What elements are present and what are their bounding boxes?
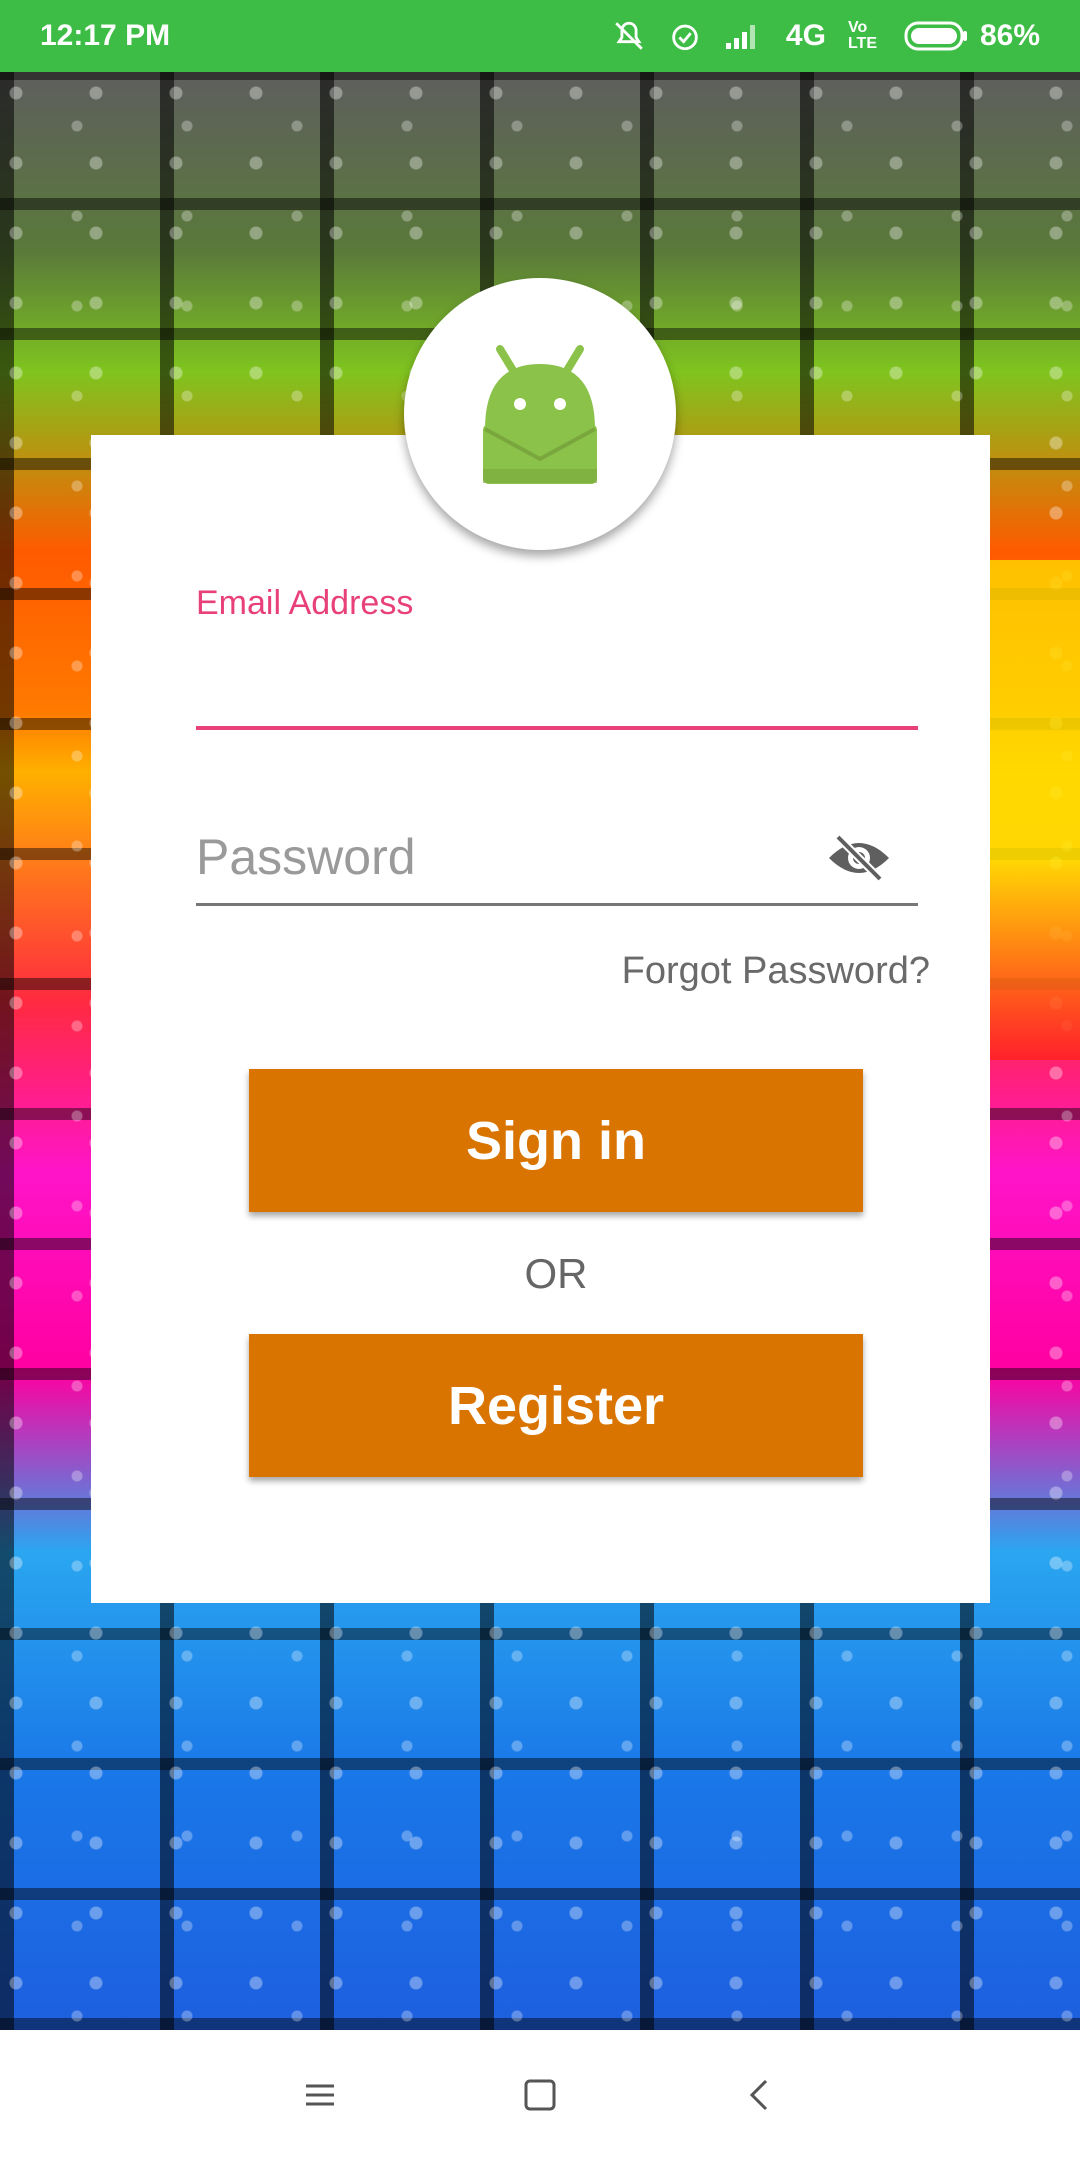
alarm-icon [668, 19, 702, 53]
bell-off-icon [612, 19, 646, 53]
email-label: Email Address [196, 584, 414, 622]
home-button[interactable] [505, 2060, 575, 2130]
visibility-toggle[interactable] [824, 830, 894, 886]
password-field[interactable] [196, 810, 918, 906]
email-field[interactable] [196, 640, 918, 730]
sign-in-button[interactable]: Sign in [249, 1069, 863, 1212]
status-time: 12:17 PM [40, 19, 171, 52]
back-button[interactable] [725, 2060, 795, 2130]
back-icon [749, 2079, 768, 2111]
4g-icon: 4G [785, 19, 826, 52]
menu-button[interactable] [285, 2060, 355, 2130]
android-icon [483, 345, 597, 484]
signal-icon [724, 21, 764, 51]
battery-percent: 86% [979, 19, 1040, 52]
status-bar: 12:17 PM 4G Vo LTE 86% [0, 0, 1080, 72]
or-divider-text: OR [524, 1250, 588, 1297]
forgot-password-link[interactable]: Forgot Password? [622, 950, 930, 993]
volte-icon: Vo LTE [847, 19, 877, 52]
menu-icon [306, 2084, 334, 2106]
background-accent [980, 560, 1080, 1060]
register-button[interactable]: Register [249, 1334, 863, 1477]
battery-icon: 86% [904, 19, 1040, 53]
home-icon [524, 2079, 556, 2111]
android-logo [404, 278, 676, 550]
status-icons: 4G Vo LTE 86% [612, 19, 1040, 53]
eye-off-icon [829, 834, 889, 882]
navigation-bar [0, 2030, 1080, 2160]
